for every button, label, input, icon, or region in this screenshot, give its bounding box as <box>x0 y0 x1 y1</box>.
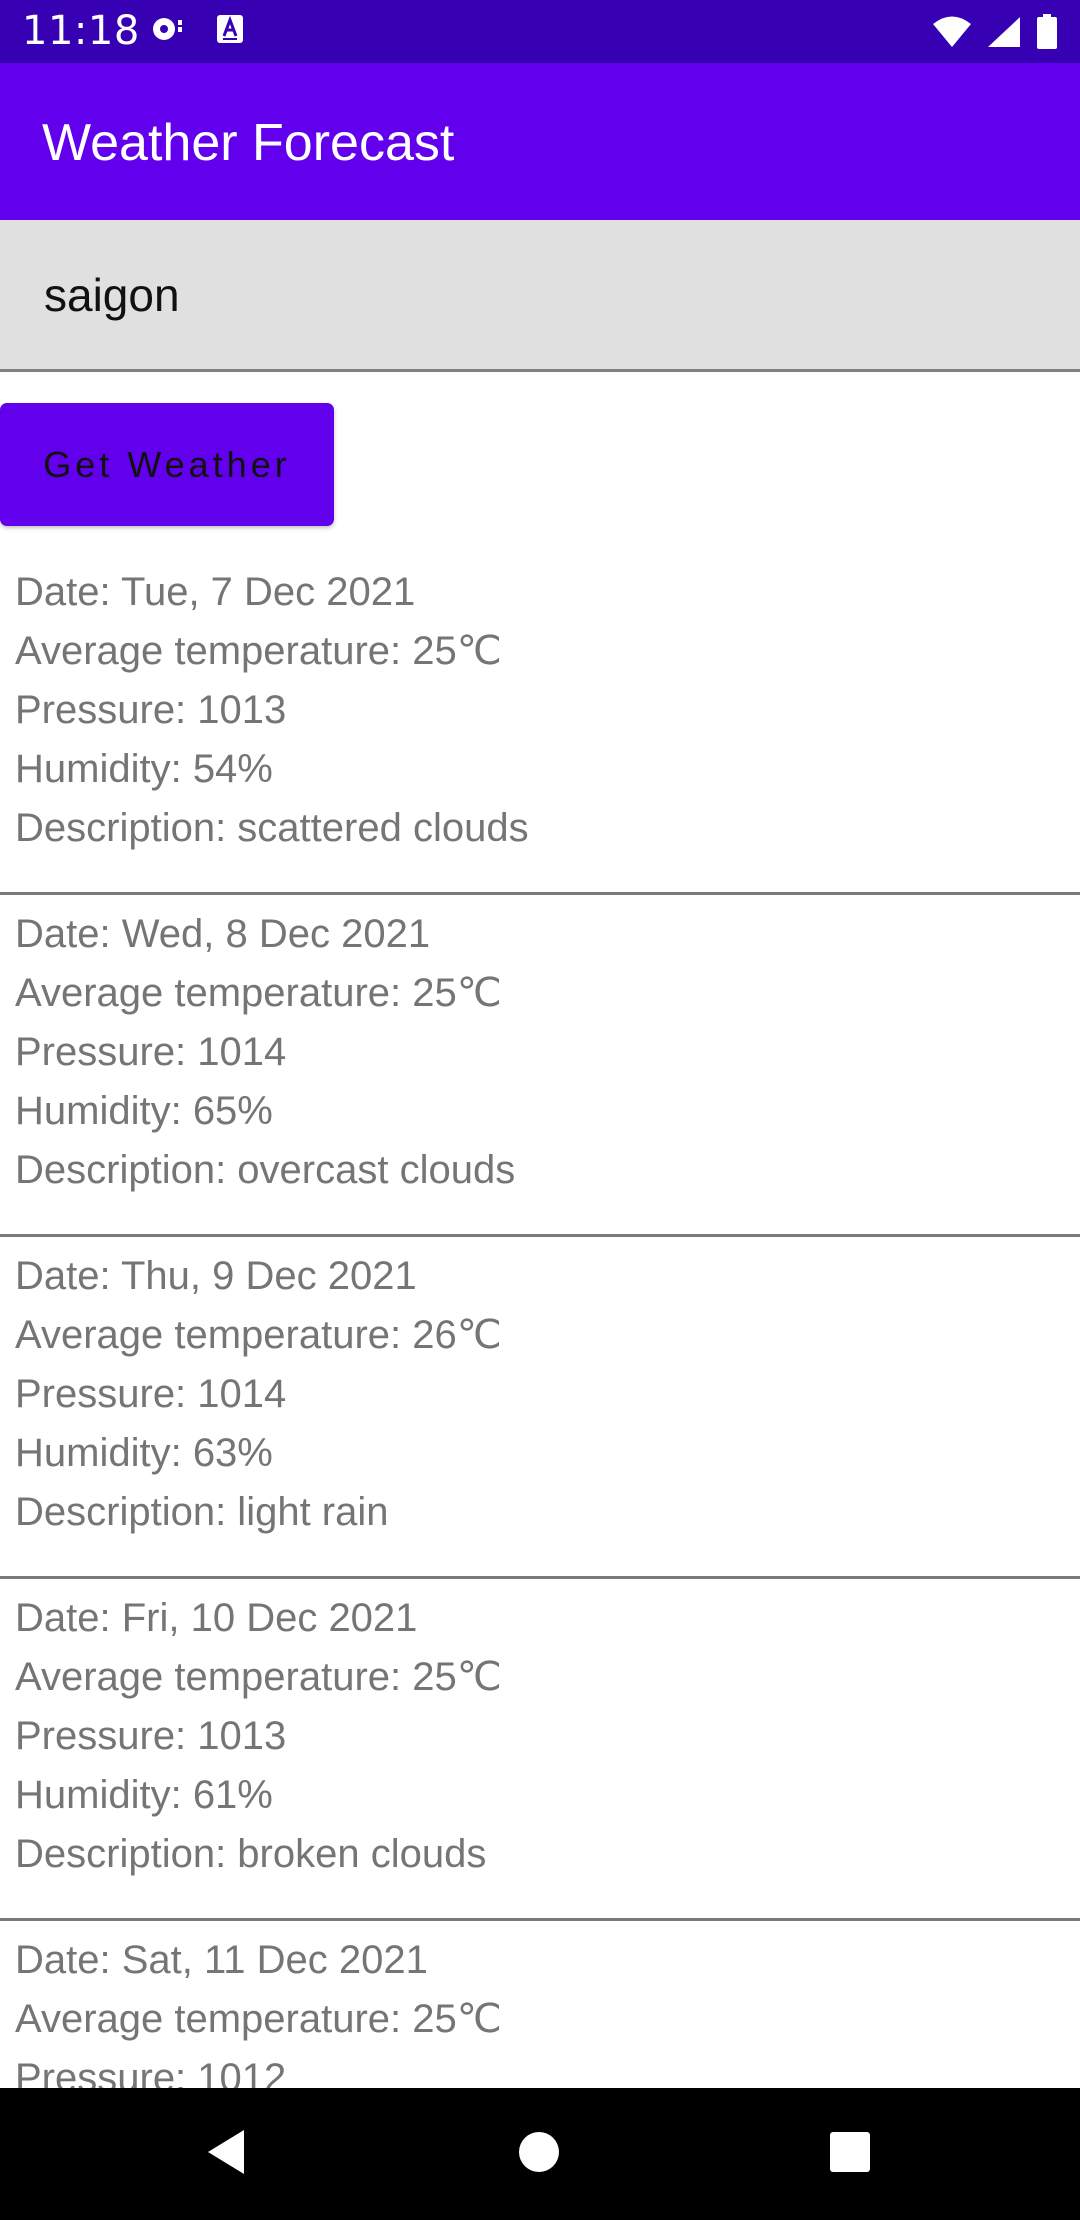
recents-button[interactable] <box>820 2124 880 2184</box>
recents-icon <box>829 2131 871 2177</box>
forecast-pressure: Pressure: 1013 <box>15 1714 287 1758</box>
wifi-icon <box>932 15 972 53</box>
forecast-date: Date: Thu, 9 Dec 2021 <box>15 1254 417 1298</box>
forecast-description: Description: scattered clouds <box>15 806 529 850</box>
status-bar: 11:18 <box>0 0 1080 63</box>
city-field[interactable] <box>0 220 1080 372</box>
battery-icon <box>1036 14 1058 54</box>
city-input[interactable] <box>44 268 1024 322</box>
forecast-date: Date: Fri, 10 Dec 2021 <box>15 1596 418 1640</box>
forecast-date: Date: Tue, 7 Dec 2021 <box>15 570 416 614</box>
forecast-pressure: Pressure: 1014 <box>15 1372 287 1416</box>
home-icon <box>517 2130 561 2178</box>
forecast-temperature: Average temperature: 26℃ <box>15 1313 502 1357</box>
forecast-description: Description: overcast clouds <box>15 1148 516 1192</box>
data-saver-icon <box>150 14 186 48</box>
forecast-item: Date: Tue, 7 Dec 2021 Average temperatur… <box>0 553 1080 895</box>
app-title: Weather Forecast <box>42 114 455 172</box>
forecast-humidity: Humidity: 54% <box>15 747 273 791</box>
forecast-temperature: Average temperature: 25℃ <box>15 971 502 1015</box>
home-button[interactable] <box>509 2124 569 2184</box>
system-icons <box>932 14 1058 54</box>
weather-app-screen: 11:18 Weather Forecast saigon Get Weathe… <box>0 0 1080 2220</box>
navigation-bar <box>0 2088 1080 2220</box>
forecast-pressure: Pressure: 1014 <box>15 1030 287 1074</box>
forecast-item: Date: Sat, 11 Dec 2021 Average temperatu… <box>0 1921 1080 2088</box>
forecast-date: Date: Wed, 8 Dec 2021 <box>15 912 431 956</box>
forecast-pressure: Pressure: 1012 <box>15 2056 287 2088</box>
forecast-pressure: Pressure: 1013 <box>15 688 287 732</box>
forecast-humidity: Humidity: 63% <box>15 1431 273 1475</box>
forecast-humidity: Humidity: 61% <box>15 1773 273 1817</box>
cell-signal-icon <box>986 15 1022 53</box>
forecast-list[interactable]: Date: Tue, 7 Dec 2021 Average temperatur… <box>0 553 1080 2088</box>
forecast-date: Date: Sat, 11 Dec 2021 <box>15 1938 428 1982</box>
forecast-item: Date: Thu, 9 Dec 2021 Average temperatur… <box>0 1237 1080 1579</box>
get-weather-button[interactable]: Get Weather <box>0 403 334 526</box>
forecast-temperature: Average temperature: 25℃ <box>15 1655 502 1699</box>
forecast-temperature: Average temperature: 25℃ <box>15 629 502 673</box>
back-icon <box>204 2128 248 2180</box>
forecast-item: Date: Fri, 10 Dec 2021 Average temperatu… <box>0 1579 1080 1921</box>
status-time: 11:18 <box>22 8 140 54</box>
forecast-temperature: Average temperature: 25℃ <box>15 1997 502 2041</box>
forecast-item: Date: Wed, 8 Dec 2021 Average temperatur… <box>0 895 1080 1237</box>
forecast-humidity: Humidity: 65% <box>15 1089 273 1133</box>
forecast-description: Description: light rain <box>15 1490 389 1534</box>
accessibility-a-icon <box>216 14 244 48</box>
notification-icons <box>150 14 244 48</box>
app-bar: Weather Forecast <box>0 63 1080 220</box>
back-button[interactable] <box>196 2124 256 2184</box>
forecast-description: Description: broken clouds <box>15 1832 487 1876</box>
